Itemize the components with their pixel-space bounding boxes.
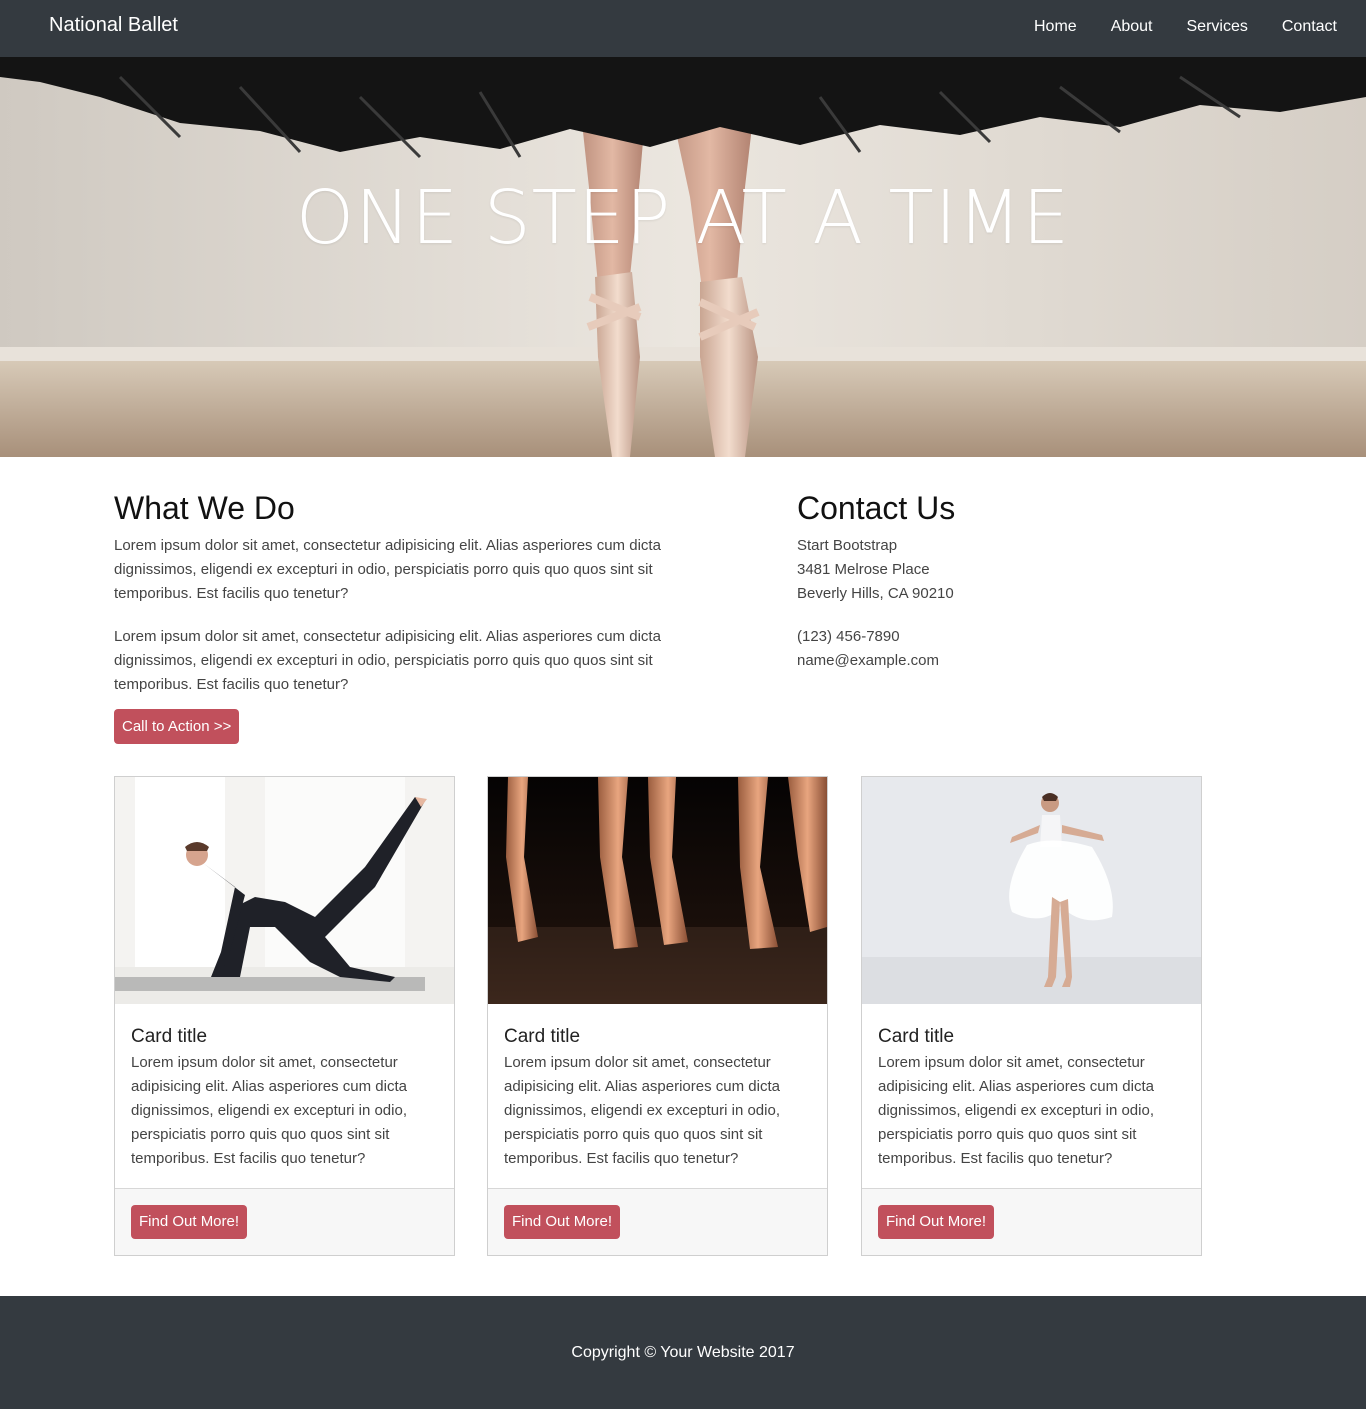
call-to-action-button[interactable]: Call to Action >>	[114, 709, 240, 744]
nav-link-about[interactable]: About	[1111, 18, 1153, 36]
contact-email: name@example.com	[797, 652, 939, 669]
what-we-do-paragraph-2: Lorem ipsum dolor sit amet, consectetur …	[114, 628, 661, 693]
what-we-do-section: What We Do Lorem ipsum dolor sit amet, c…	[114, 488, 694, 716]
contact-section: Contact Us Start Bootstrap 3481 Melrose …	[797, 488, 1217, 673]
hero-banner: ONE STEP AT A TIME	[0, 57, 1366, 457]
nav-link-home[interactable]: Home	[1034, 18, 1077, 36]
nav-links: Home About Services Contact	[1000, 18, 1337, 36]
card-3: Card title Lorem ipsum dolor sit amet, c…	[861, 776, 1202, 1256]
card-text: Lorem ipsum dolor sit amet, consectetur …	[878, 1054, 1154, 1167]
card-title: Card title	[131, 1026, 208, 1047]
card-body: Card title Lorem ipsum dolor sit amet, c…	[131, 1025, 441, 1171]
brand-link[interactable]: National Ballet	[49, 14, 178, 37]
nav-link-services[interactable]: Services	[1187, 18, 1248, 36]
card-text: Lorem ipsum dolor sit amet, consectetur …	[131, 1054, 407, 1167]
card-image	[488, 777, 827, 1004]
card-title: Card title	[504, 1026, 581, 1047]
card-2: Card title Lorem ipsum dolor sit amet, c…	[487, 776, 828, 1256]
what-we-do-heading: What We Do	[114, 490, 295, 526]
contact-heading: Contact Us	[797, 490, 956, 526]
navbar: National Ballet Home About Services Cont…	[0, 0, 1366, 57]
card-body: Card title Lorem ipsum dolor sit amet, c…	[878, 1025, 1188, 1171]
nav-link-contact[interactable]: Contact	[1282, 18, 1337, 36]
copyright-text: Copyright © Your Website 2017	[571, 1344, 795, 1361]
what-we-do-paragraph-1: Lorem ipsum dolor sit amet, consectetur …	[114, 537, 661, 602]
card-body: Card title Lorem ipsum dolor sit amet, c…	[504, 1025, 814, 1171]
find-out-more-button[interactable]: Find Out More!	[878, 1205, 995, 1239]
card-1: Card title Lorem ipsum dolor sit amet, c…	[114, 776, 455, 1256]
find-out-more-button[interactable]: Find Out More!	[131, 1205, 248, 1239]
page-footer: Copyright © Your Website 2017	[0, 1296, 1366, 1409]
card-image	[862, 777, 1201, 1004]
card-footer: Find Out More!	[862, 1188, 1201, 1255]
contact-name: Start Bootstrap	[797, 537, 898, 554]
contact-city: Beverly Hills, CA 90210	[797, 585, 954, 602]
card-footer: Find Out More!	[488, 1188, 827, 1255]
card-image	[115, 777, 454, 1004]
contact-phone: (123) 456-7890	[797, 628, 900, 645]
card-text: Lorem ipsum dolor sit amet, consectetur …	[504, 1054, 780, 1167]
find-out-more-button[interactable]: Find Out More!	[504, 1205, 621, 1239]
hero-title: ONE STEP AT A TIME	[295, 175, 1071, 261]
contact-street: 3481 Melrose Place	[797, 561, 930, 578]
card-footer: Find Out More!	[115, 1188, 454, 1255]
card-title: Card title	[878, 1026, 955, 1047]
